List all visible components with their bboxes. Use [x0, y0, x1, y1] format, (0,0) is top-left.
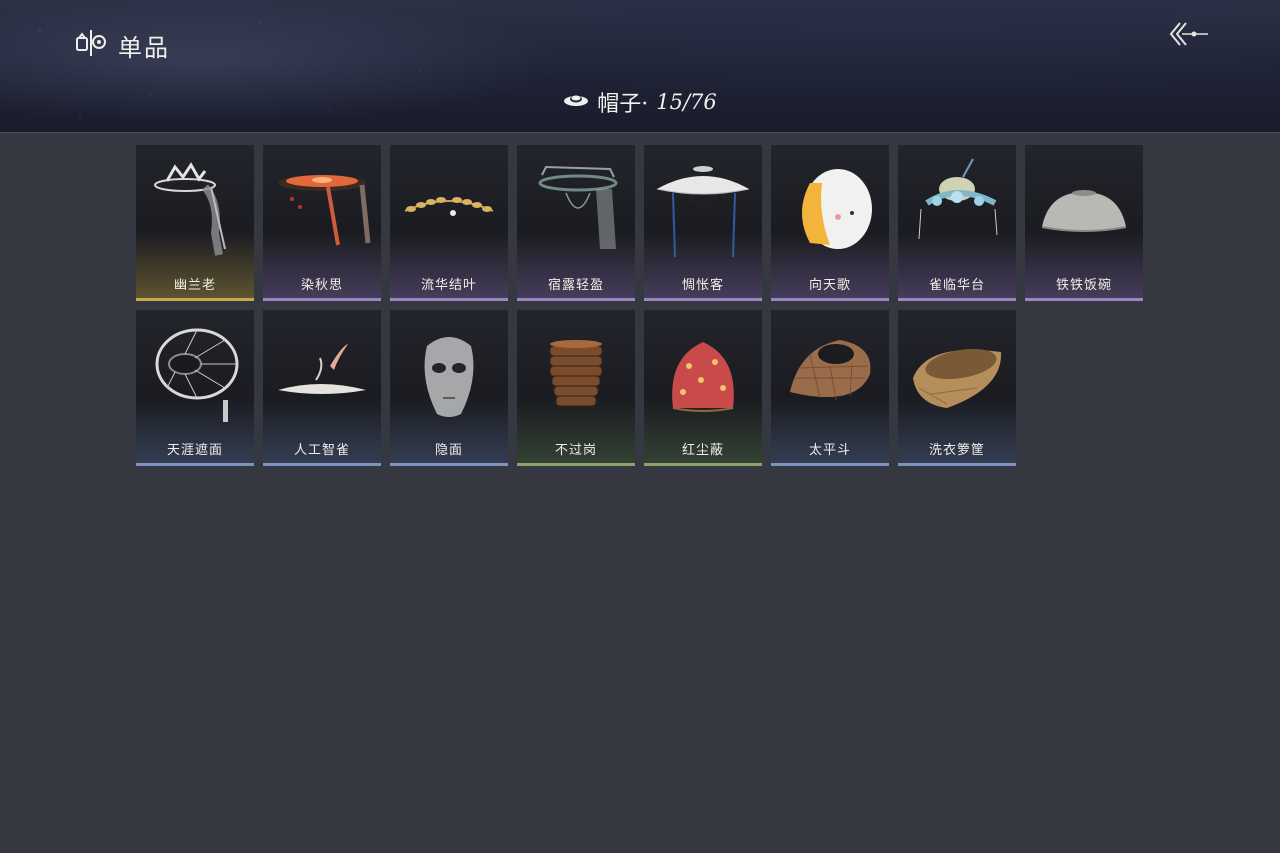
item-card[interactable]: 红尘蔽	[644, 310, 762, 466]
white-douli-hat-icon	[656, 166, 750, 258]
item-name: 洗衣箩筐	[928, 443, 985, 458]
stacked-bowls-icon	[549, 340, 603, 407]
item-name: 红尘蔽	[681, 443, 724, 458]
top-banner: 单品 帽子· 15/76	[0, 0, 1280, 133]
category-count: 15/76	[656, 90, 717, 114]
back-button[interactable]	[1164, 18, 1212, 54]
item-name: 人工智雀	[293, 443, 350, 458]
item-name: 向天歌	[808, 278, 851, 293]
item-card[interactable]: 人工智雀	[263, 310, 381, 466]
page-title: 单品	[118, 33, 170, 62]
item-card[interactable]: 流华结叶	[390, 145, 508, 301]
item-card[interactable]: 隐面	[390, 310, 508, 466]
red-hood-icon	[672, 342, 734, 412]
item-name: 幽兰老	[173, 278, 216, 293]
goose-hood-icon	[802, 169, 872, 249]
item-card[interactable]: 天涯遮面	[136, 310, 254, 466]
laundry-basket-icon	[913, 348, 1002, 408]
item-card[interactable]: 洗衣箩筐	[898, 310, 1016, 466]
veil-hat-icon	[538, 165, 618, 249]
item-card[interactable]: 太平斗	[771, 310, 889, 466]
item-name: 宿露轻盈	[547, 278, 604, 293]
iron-bowl-icon	[1041, 190, 1127, 232]
item-name: 惆怅客	[681, 278, 724, 293]
page-title-group: 单品	[74, 26, 170, 64]
item-card[interactable]: 雀临华台	[898, 145, 1016, 301]
item-card[interactable]: 宿露轻盈	[517, 145, 635, 301]
veiled-crown-icon	[154, 162, 226, 256]
item-name: 染秋思	[300, 278, 343, 293]
item-card[interactable]: 惆怅客	[644, 145, 762, 301]
item-card[interactable]: 向天歌	[771, 145, 889, 301]
hat-icon	[563, 92, 589, 112]
item-card[interactable]: 不过岗	[517, 310, 635, 466]
silver-mask-icon	[424, 337, 474, 417]
category-label: 帽子·	[597, 92, 649, 117]
floral-headdress-icon	[918, 158, 998, 240]
category-header: 帽子· 15/76	[0, 86, 1280, 118]
back-arrows-icon	[1166, 19, 1210, 53]
bird-hat-icon	[278, 344, 366, 394]
wardrobe-icon	[74, 26, 108, 64]
item-name: 流华结叶	[420, 278, 477, 293]
item-card[interactable]: 幽兰老	[136, 145, 254, 301]
item-card[interactable]: 铁铁饭碗	[1025, 145, 1143, 301]
woven-basket-hat-icon	[790, 340, 871, 401]
item-name: 天涯遮面	[166, 443, 223, 458]
red-parasol-hat-icon	[278, 175, 371, 246]
item-grid: 幽兰老 染秋思 流华结叶 宿露轻盈 惆怅客 向天歌 雀临华台 铁铁饭碗 天涯遮面…	[136, 145, 1146, 466]
item-name: 雀临华台	[928, 278, 985, 293]
laurel-wreath-icon	[404, 197, 494, 216]
bamboo-frame-hat-icon	[155, 328, 239, 422]
item-name: 隐面	[434, 443, 463, 458]
item-name: 不过岗	[554, 443, 597, 458]
item-name: 铁铁饭碗	[1055, 278, 1112, 293]
item-name: 太平斗	[808, 443, 851, 458]
item-card[interactable]: 染秋思	[263, 145, 381, 301]
